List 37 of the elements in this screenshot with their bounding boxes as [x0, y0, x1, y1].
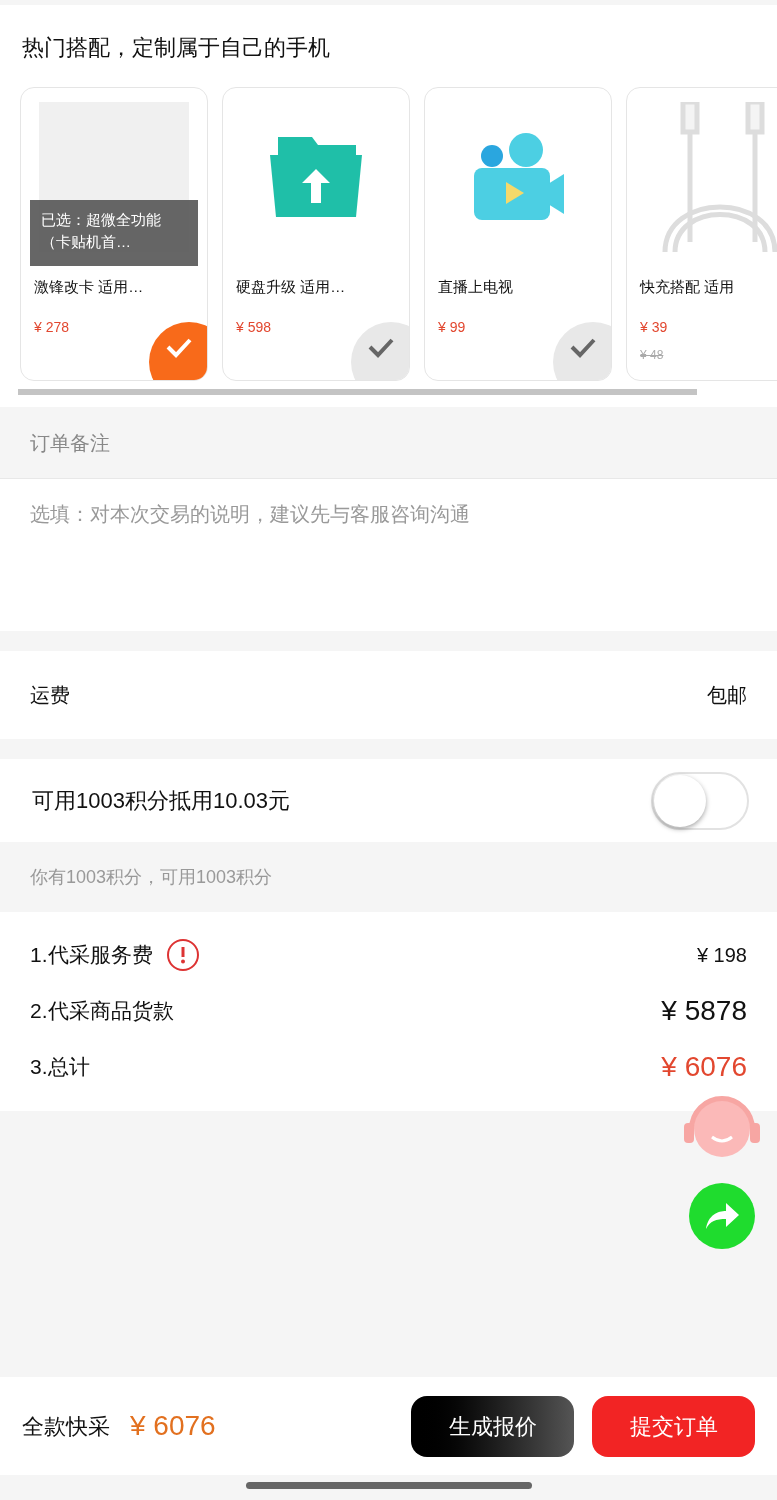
check-icon: [569, 336, 597, 358]
shipping-value: 包邮: [707, 683, 747, 708]
product-price: ¥ 39: [639, 317, 669, 337]
fee-value: ¥ 6076: [661, 1050, 747, 1084]
remark-field[interactable]: 选填：对本次交易的说明，建议先与客服咨询沟通: [0, 479, 777, 631]
fee-value: ¥ 5878: [661, 994, 747, 1028]
product-card[interactable]: 已选：超微全功能（卡贴机首… 激锋改卡 适用… ¥ 278: [20, 87, 208, 381]
product-title: 快充搭配 适用: [638, 277, 736, 297]
points-label: 可用1003积分抵用10.03元: [32, 787, 290, 815]
original-price: ¥ 48: [639, 346, 665, 364]
footer-label: 全款快采: [22, 1412, 110, 1441]
fee-label: 2.代采商品货款: [30, 998, 174, 1025]
fee-label: 3.总计: [30, 1054, 90, 1081]
product-price: ¥ 99: [437, 317, 467, 337]
fee-label: 1.代采服务费: [30, 942, 153, 969]
check-icon: [165, 336, 193, 358]
points-hint: 你有1003积分，可用1003积分: [30, 865, 273, 889]
submit-button[interactable]: 提交订单: [592, 1395, 755, 1457]
product-card[interactable]: 快充搭配 适用 ¥ 39 ¥ 48: [626, 87, 777, 381]
points-toggle[interactable]: [651, 771, 749, 830]
remark-label: 订单备注: [30, 430, 110, 456]
info-icon[interactable]: [166, 939, 199, 971]
headset-icon[interactable]: [684, 1093, 760, 1159]
product-price: ¥ 278: [33, 317, 71, 337]
shipping-label: 运费: [30, 683, 70, 708]
selection-overlay: 已选：超微全功能（卡贴机首…: [30, 200, 198, 266]
product-card[interactable]: 硬盘升级 适用… ¥ 598: [222, 87, 410, 381]
check-icon: [367, 336, 395, 358]
product-title: 激锋改卡 适用…: [33, 277, 145, 297]
quote-button[interactable]: 生成报价: [411, 1395, 574, 1457]
product-title: 硬盘升级 适用…: [235, 277, 347, 297]
footer-total: ¥ 6076: [130, 1409, 216, 1443]
fee-value: ¥ 198: [696, 943, 747, 968]
product-title: 直播上电视: [437, 277, 514, 297]
section-title: 热门搭配，定制属于自己的手机: [21, 34, 331, 62]
product-price: ¥ 598: [235, 317, 273, 337]
product-card[interactable]: 直播上电视 ¥ 99: [424, 87, 612, 381]
